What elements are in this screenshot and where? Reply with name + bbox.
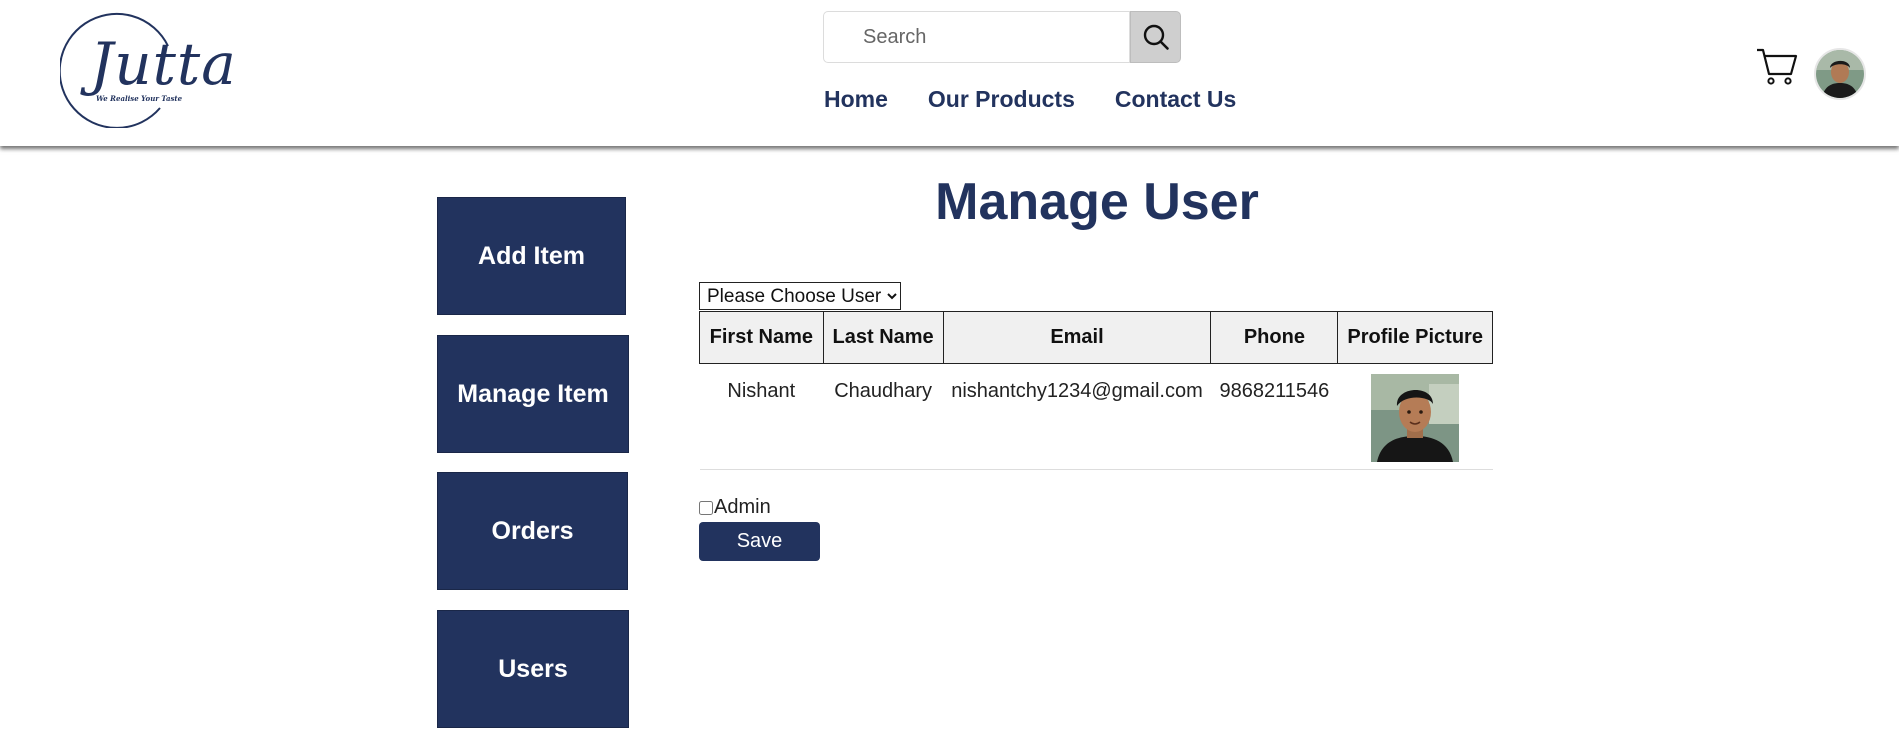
search-button[interactable] — [1130, 11, 1181, 63]
brand-logo[interactable]: Jutta We Realise Your Taste — [56, 8, 236, 130]
users-table: First Name Last Name Email Phone Profile… — [699, 311, 1493, 470]
cell-last-name: Chaudhary — [823, 363, 944, 470]
save-button[interactable]: Save — [699, 522, 820, 561]
table-header-row: First Name Last Name Email Phone Profile… — [699, 311, 1493, 364]
brand-name: Jutta — [90, 30, 237, 98]
search-input[interactable] — [823, 11, 1130, 63]
cell-first-name: Nishant — [699, 363, 824, 470]
column-header-phone: Phone — [1210, 311, 1339, 364]
nav-home-link[interactable]: Home — [824, 86, 888, 113]
avatar-photo — [1816, 50, 1864, 98]
column-header-last-name: Last Name — [822, 311, 944, 364]
column-header-first-name: First Name — [699, 311, 824, 364]
cell-profile-picture — [1337, 363, 1493, 470]
cell-email: nishantchy1234@gmail.com — [943, 363, 1211, 470]
sidebar-item-users[interactable]: Users — [437, 610, 629, 728]
brand-tagline: We Realise Your Taste — [96, 94, 183, 103]
admin-toggle[interactable]: Admin — [699, 496, 771, 519]
profile-photo — [1371, 374, 1460, 462]
main-nav: Home Our Products Contact Us — [824, 86, 1236, 113]
nav-products-link[interactable]: Our Products — [928, 86, 1075, 113]
search-bar — [823, 11, 1181, 63]
sidebar-item-orders[interactable]: Orders — [437, 472, 628, 590]
admin-label: Admin — [714, 496, 771, 518]
nav-contact-link[interactable]: Contact Us — [1115, 86, 1236, 113]
column-header-email: Email — [942, 311, 1212, 364]
admin-checkbox[interactable] — [699, 500, 713, 515]
user-avatar[interactable] — [1814, 48, 1866, 100]
table-row: Nishant Chaudhary nishantchy1234@gmail.c… — [699, 363, 1493, 470]
cart-button[interactable] — [1755, 46, 1799, 86]
page-title: Manage User — [935, 173, 1259, 231]
column-header-profile-picture: Profile Picture — [1337, 311, 1493, 364]
sidebar-item-add-item[interactable]: Add Item — [437, 197, 626, 315]
site-header: Jutta We Realise Your Taste Home Our Pro… — [0, 0, 1899, 146]
profile-picture — [1371, 374, 1460, 462]
search-icon — [1143, 24, 1169, 50]
cell-phone: 9868211546 — [1210, 363, 1338, 470]
user-select-dropdown[interactable]: Please Choose User — [699, 282, 901, 310]
cart-icon — [1757, 48, 1798, 85]
sidebar-item-manage-item[interactable]: Manage Item — [437, 335, 629, 453]
